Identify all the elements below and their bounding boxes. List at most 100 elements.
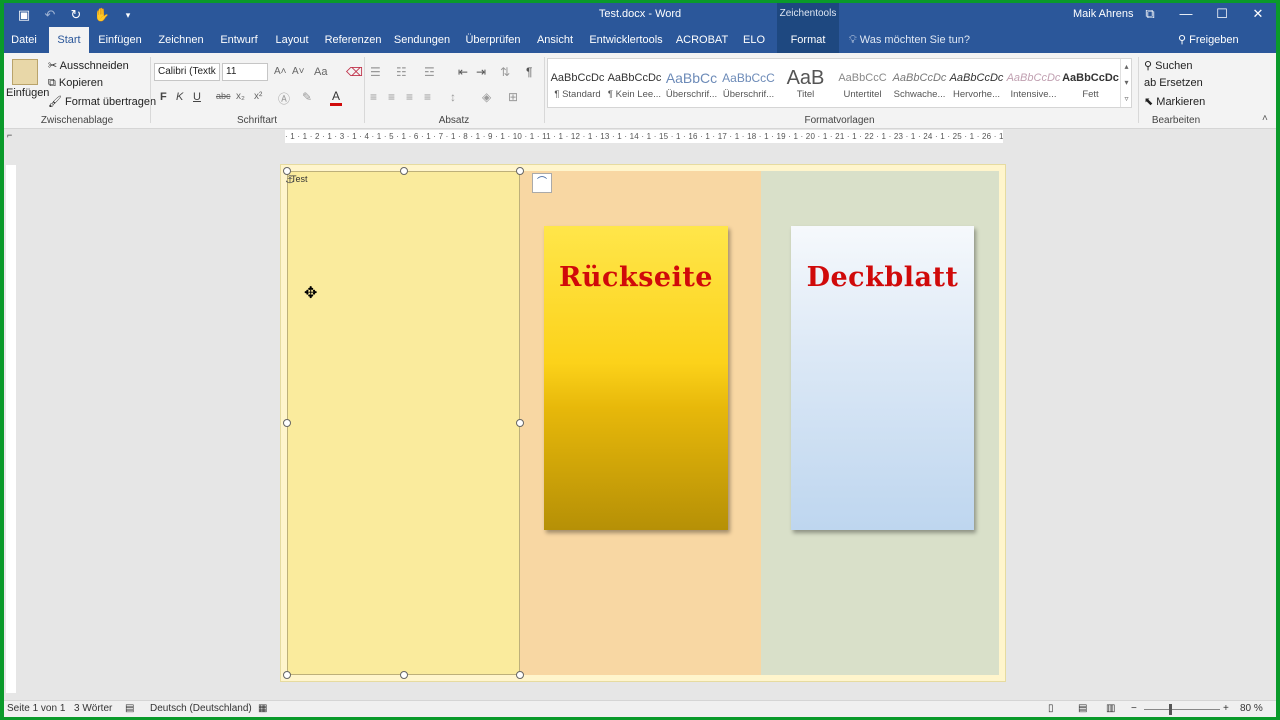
subscript-button[interactable]: x₂ (236, 91, 245, 102)
resize-handle[interactable] (516, 419, 524, 427)
zoom-out-icon[interactable]: − (1131, 703, 1137, 714)
tab-sendungen[interactable]: Sendungen (392, 27, 452, 53)
superscript-button[interactable]: x² (254, 91, 262, 102)
resize-handle[interactable] (516, 671, 524, 679)
replace-button[interactable]: ab Ersetzen (1144, 77, 1203, 89)
style-intense-emphasis[interactable]: AaBbCcDc Intensive... (1005, 59, 1062, 107)
back-cover-card[interactable]: Rückseite (544, 226, 728, 530)
resize-handle[interactable] (283, 671, 291, 679)
paste-icon[interactable] (12, 59, 38, 85)
copy-button[interactable]: ⧉ Kopieren (48, 77, 103, 90)
tab-ansicht[interactable]: Ansicht (532, 27, 578, 53)
tab-datei[interactable]: Datei (4, 27, 44, 53)
show-formatting-button[interactable]: ¶ (526, 65, 532, 79)
line-spacing-icon[interactable]: ↕ (450, 90, 456, 104)
tab-selector-icon[interactable]: ⌐ (7, 130, 12, 140)
resize-handle[interactable] (283, 419, 291, 427)
shading-icon[interactable]: ◈ (482, 90, 491, 104)
chevron-up-icon[interactable]: ▴ (1124, 62, 1128, 71)
resize-handle[interactable] (400, 671, 408, 679)
document-page[interactable]: Test ⚓︎ ⌒ Rückseite Deckblatt (280, 164, 1006, 682)
format-painter-button[interactable]: 🖌︎ Format übertragen (48, 95, 156, 108)
resize-handle[interactable] (283, 167, 291, 175)
font-family-select[interactable]: Calibri (Textk (154, 63, 220, 81)
horizontal-ruler[interactable]: · 1 · 1 · 2 · 1 · 3 · 1 · 4 · 1 · 5 · 1 … (285, 130, 1003, 143)
select-button[interactable]: ⬉ Markieren (1144, 95, 1205, 108)
close-icon[interactable]: ✕ (1240, 3, 1276, 27)
layout-options-icon[interactable]: ⌒ (532, 173, 552, 193)
paste-button[interactable]: Einfügen (6, 87, 49, 99)
text-effects-icon[interactable]: Ⓐ (278, 90, 290, 107)
strikethrough-button[interactable]: abc (216, 91, 231, 101)
share-button[interactable]: ⚲ Freigeben (1178, 27, 1239, 53)
multilevel-list-icon[interactable]: ☲ (424, 65, 435, 79)
style-heading-1[interactable]: AaBbCc Überschrif... (663, 59, 720, 107)
text-box-left[interactable] (287, 171, 520, 675)
resize-handle[interactable] (516, 167, 524, 175)
zoom-in-icon[interactable]: + (1223, 703, 1229, 714)
decrease-indent-icon[interactable]: ⇤ (458, 65, 468, 79)
font-color-icon[interactable]: A (330, 89, 342, 106)
italic-button[interactable]: K (176, 91, 183, 103)
align-center-icon[interactable]: ≡ (388, 90, 395, 104)
grow-font-button[interactable]: A˄ (274, 66, 287, 77)
tab-zeichnen[interactable]: Zeichnen (154, 27, 208, 53)
align-left-icon[interactable]: ≡ (370, 90, 377, 104)
read-mode-icon[interactable]: ▯ (1048, 703, 1054, 714)
language-indicator[interactable]: Deutsch (Deutschland) (150, 703, 252, 714)
style-subtitle[interactable]: AaBbCcC Untertitel (834, 59, 891, 107)
tab-referenzen[interactable]: Referenzen (322, 27, 384, 53)
save-icon[interactable]: ▣ (14, 6, 34, 24)
web-layout-icon[interactable]: ▥ (1106, 703, 1115, 714)
tell-me-search[interactable]: 💡︎ Was möchten Sie tun? (849, 27, 970, 53)
resize-handle[interactable] (400, 167, 408, 175)
style-standard[interactable]: AaBbCcDc ¶ Standard (549, 59, 606, 107)
highlight-icon[interactable]: ✎ (302, 90, 312, 104)
style-emphasis[interactable]: AaBbCcDc Hervorhe... (948, 59, 1005, 107)
tab-ueberpruefen[interactable]: Überprüfen (462, 27, 524, 53)
cut-button[interactable]: ✂ Ausschneiden (48, 59, 129, 72)
style-title[interactable]: AaB Titel (777, 59, 834, 107)
tab-layout[interactable]: Layout (270, 27, 314, 53)
tab-start[interactable]: Start (49, 27, 89, 53)
chevron-down-icon[interactable]: ▾ (1124, 78, 1128, 87)
vertical-ruler[interactable] (6, 165, 16, 693)
customize-qat-icon[interactable]: ▾ (118, 6, 138, 24)
bullets-icon[interactable]: ☰ (370, 65, 381, 79)
style-strong[interactable]: AaBbCcDc Fett (1062, 59, 1119, 107)
front-cover-card[interactable]: Deckblatt (791, 226, 974, 530)
font-size-select[interactable]: 11 (222, 63, 268, 81)
find-button[interactable]: ⚲ Suchen (1144, 59, 1192, 72)
tab-einfuegen[interactable]: Einfügen (94, 27, 146, 53)
zoom-level[interactable]: 80 % (1240, 703, 1263, 714)
tab-entwicklertools[interactable]: Entwicklertools (586, 27, 666, 53)
undo-icon[interactable]: ↶ (40, 6, 60, 24)
style-subtle-emphasis[interactable]: AaBbCcDc Schwache... (891, 59, 948, 107)
redo-icon[interactable]: ↻ (66, 6, 86, 24)
change-case-button[interactable]: Aa (314, 66, 327, 78)
maximize-icon[interactable]: ☐ (1204, 3, 1240, 27)
align-right-icon[interactable]: ≡ (406, 90, 413, 104)
numbering-icon[interactable]: ☷ (396, 65, 407, 79)
style-heading-2[interactable]: AaBbCcC Überschrif... (720, 59, 777, 107)
tab-acrobat[interactable]: ACROBAT (674, 27, 730, 53)
macro-icon[interactable]: ▦ (258, 703, 267, 714)
proofing-icon[interactable]: ▤ (125, 703, 134, 714)
clear-format-icon[interactable]: ⌫ (346, 65, 363, 79)
underline-button[interactable]: U (193, 91, 201, 103)
print-layout-icon[interactable]: ▤ (1078, 703, 1087, 714)
borders-icon[interactable]: ⊞ (508, 90, 518, 104)
justify-icon[interactable]: ≡ (424, 90, 431, 104)
bold-button[interactable]: F (160, 91, 167, 103)
user-name[interactable]: Maik Ahrens (1073, 8, 1134, 20)
page-count[interactable]: Seite 1 von 1 (7, 703, 65, 714)
tab-format[interactable]: Format (777, 27, 839, 53)
sort-icon[interactable]: ⇅ (500, 65, 510, 79)
more-styles-icon[interactable]: ▿ (1124, 94, 1128, 103)
touch-mode-icon[interactable]: ✋ (92, 6, 112, 24)
collapse-ribbon-icon[interactable]: ˄ (1262, 113, 1268, 124)
increase-indent-icon[interactable]: ⇥ (476, 65, 486, 79)
minimize-icon[interactable]: — (1168, 3, 1204, 27)
word-count[interactable]: 3 Wörter (74, 703, 112, 714)
shrink-font-button[interactable]: A˅ (292, 66, 305, 77)
